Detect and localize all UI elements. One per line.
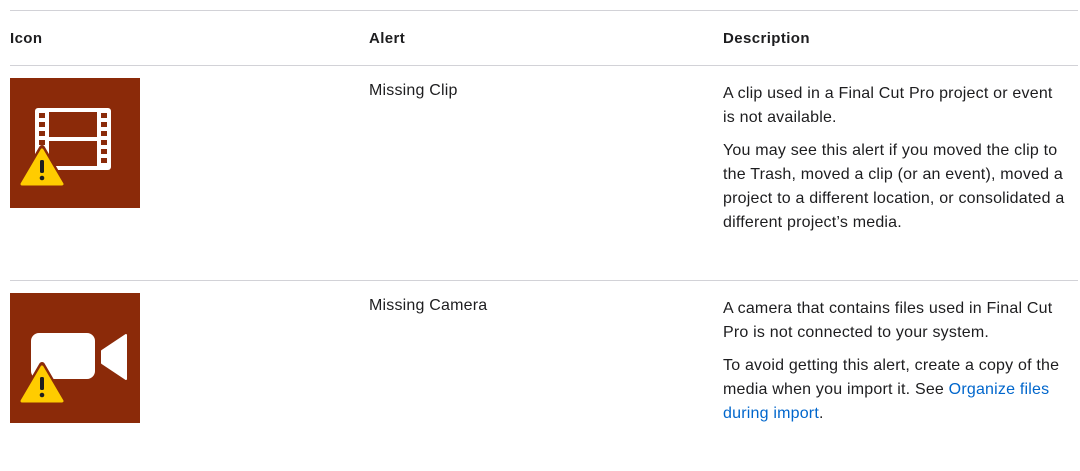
table-row: Missing Camera A camera that contains fi… [10, 280, 1078, 471]
header-description: Description [723, 30, 810, 47]
header-icon: Icon [10, 30, 43, 47]
description-cell: A camera that contains files used in Fin… [723, 297, 1068, 435]
header-alert: Alert [369, 30, 406, 47]
missing-camera-icon [10, 293, 140, 423]
description-paragraph: To avoid getting this alert, create a co… [723, 354, 1068, 426]
description-paragraph: You may see this alert if you moved the … [723, 142, 1065, 231]
table-row: Missing Clip A clip used in a Final Cut … [10, 65, 1078, 280]
description-paragraph: A clip used in a Final Cut Pro project o… [723, 85, 1053, 126]
alert-name: Missing Clip [369, 82, 458, 99]
description-paragraph: A camera that contains files used in Fin… [723, 300, 1053, 341]
description-text: . [818, 405, 824, 422]
table-header-row: Icon Alert Description [10, 10, 1078, 65]
missing-clip-icon [10, 78, 140, 208]
alert-name: Missing Camera [369, 297, 488, 314]
description-cell: A clip used in a Final Cut Pro project o… [723, 82, 1068, 244]
